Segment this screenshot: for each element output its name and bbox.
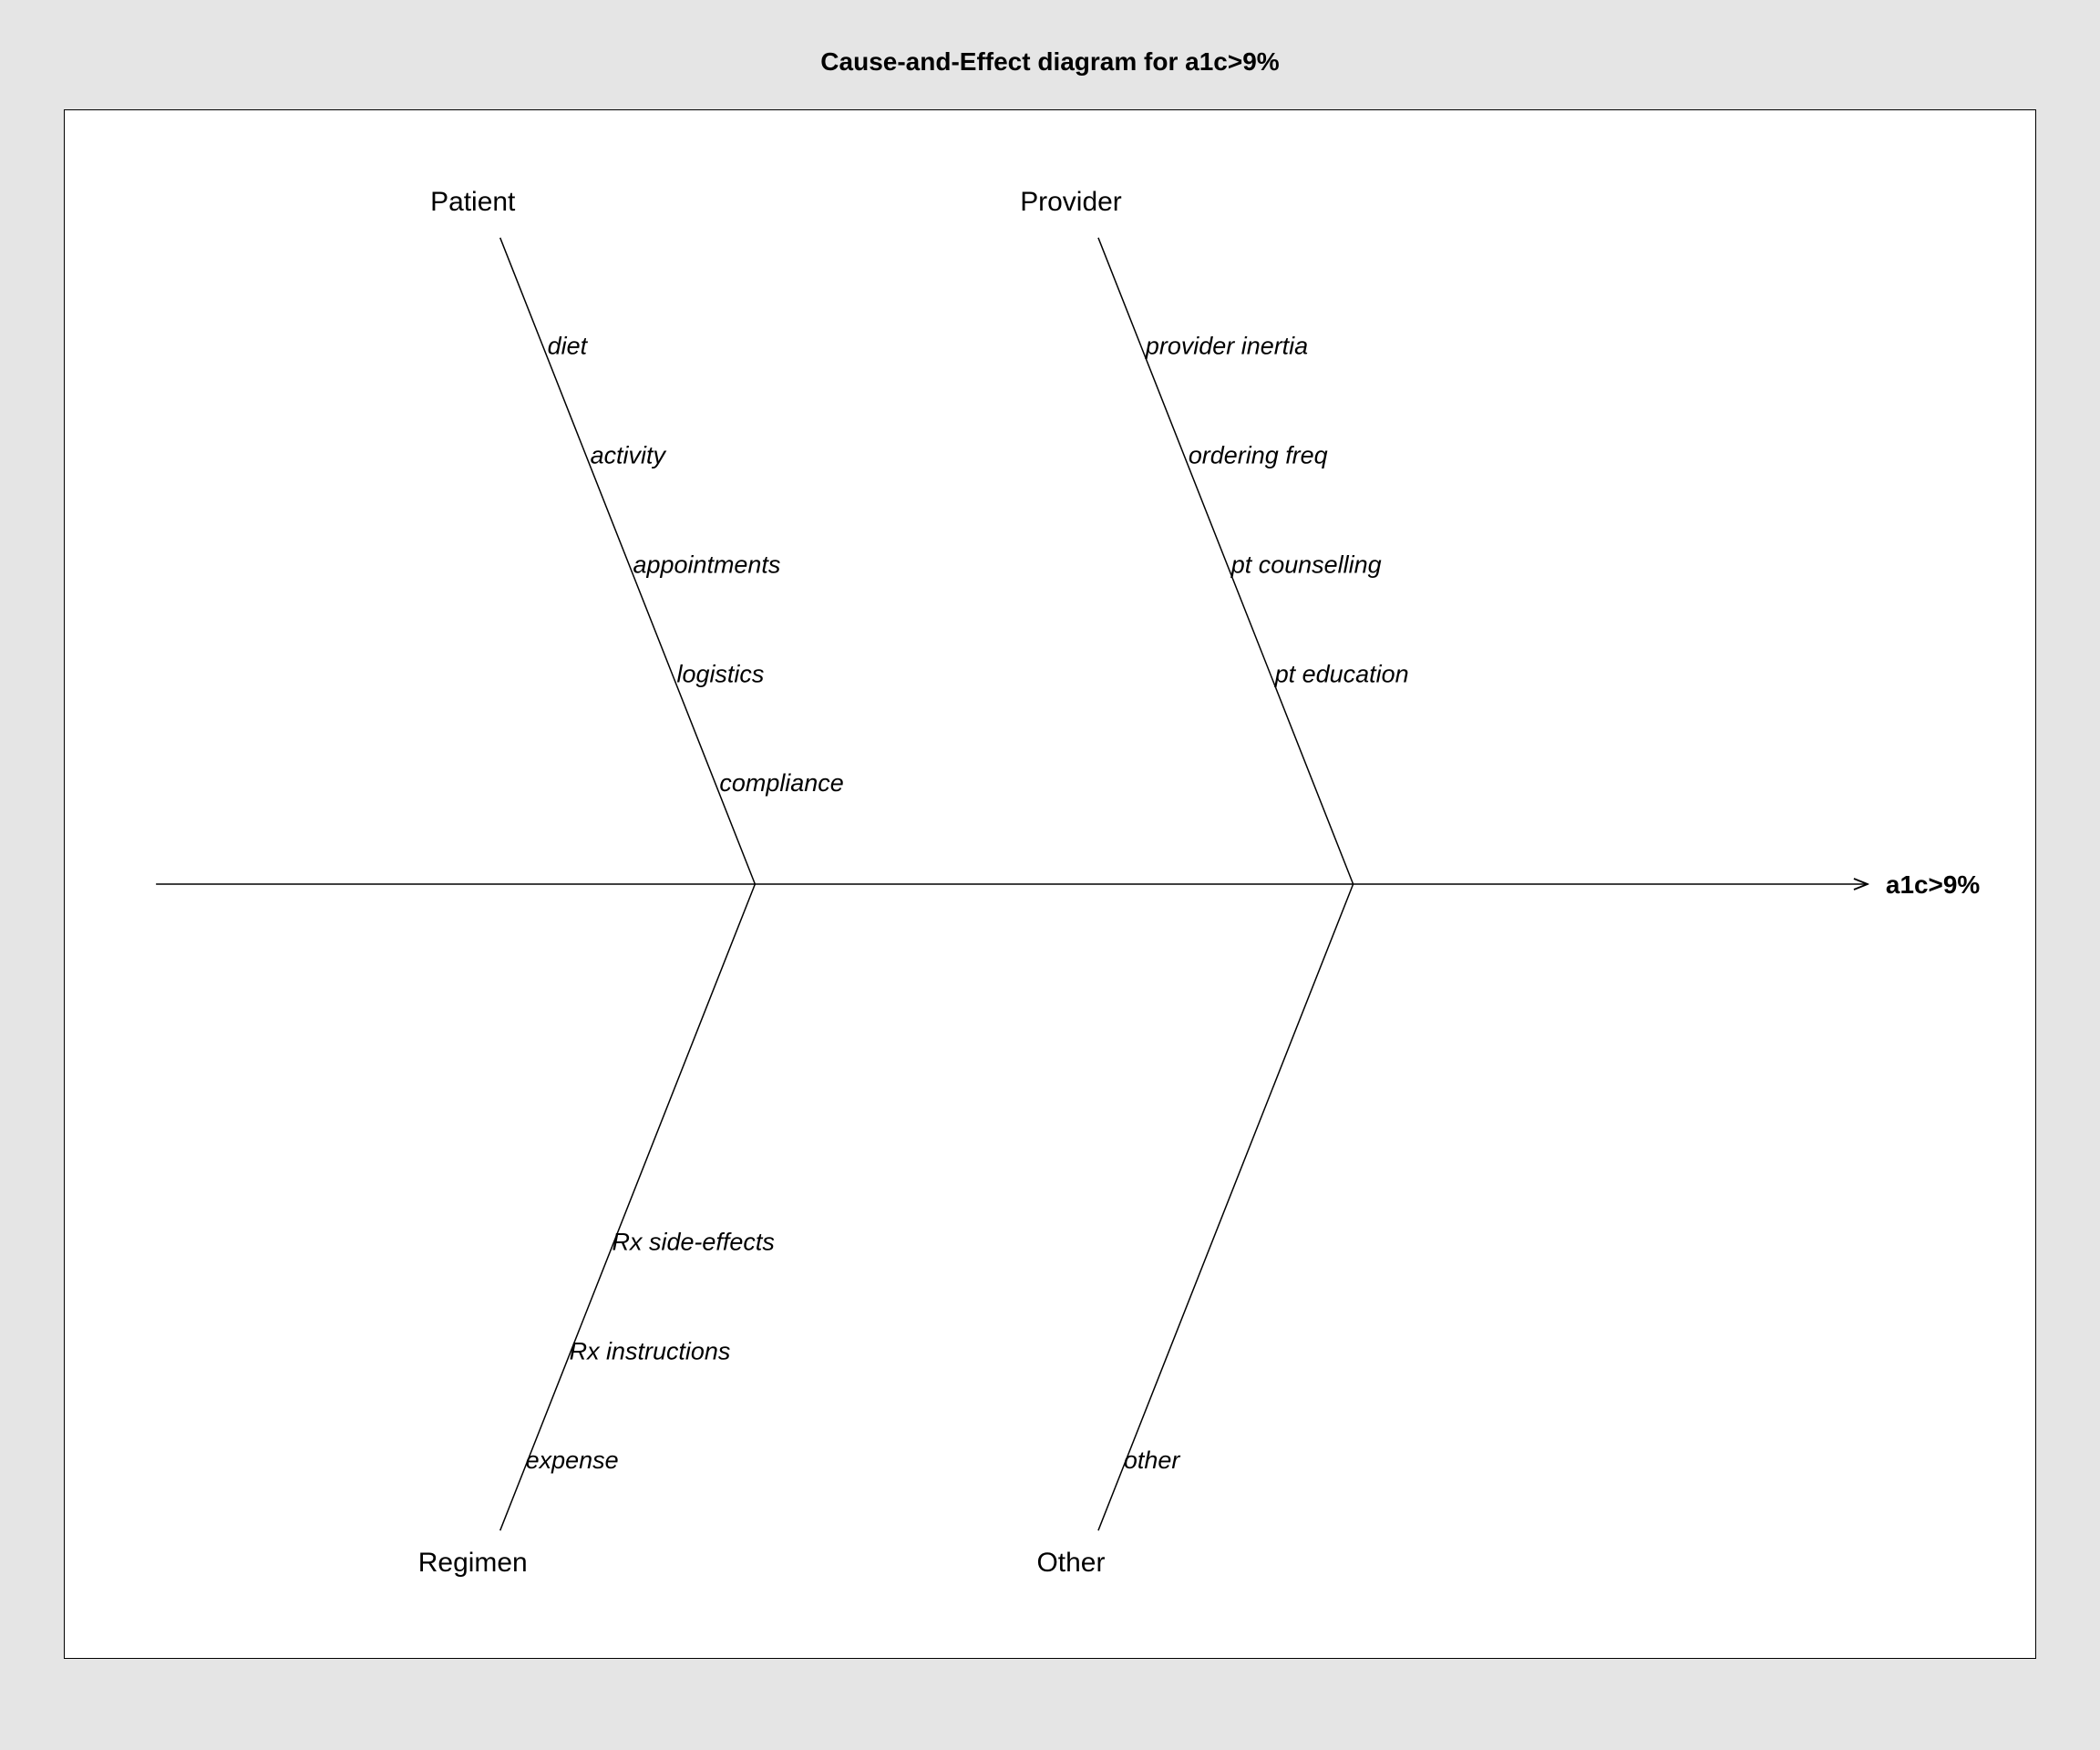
cause-provider-0: provider inertia [1145,333,1308,360]
bone-other [1098,884,1354,1530]
cause-patient-2: appointments [633,551,781,578]
category-patient: Patient [430,187,516,217]
cause-patient-1: activity [591,442,667,469]
cause-regimen-0: Rx side-effects [612,1229,775,1256]
cause-provider-3: pt education [1274,660,1409,687]
effect-label: a1c>9% [1886,870,1981,899]
cause-patient-4: compliance [719,769,843,797]
cause-provider-2: pt counselling [1230,551,1382,578]
fishbone-svg: a1c>9% Patient diet activity appointment… [65,110,2035,1658]
diagram-title: Cause-and-Effect diagram for a1c>9% [0,0,2100,77]
chart-container: a1c>9% Patient diet activity appointment… [64,109,2036,1659]
bone-regimen [500,884,756,1530]
category-regimen: Regimen [418,1548,528,1578]
cause-patient-3: logistics [676,660,764,687]
cause-regimen-1: Rx instructions [570,1337,731,1364]
category-other: Other [1037,1548,1106,1578]
cause-other-0: other [1124,1446,1180,1474]
cause-regimen-2: expense [526,1446,619,1474]
category-provider: Provider [1020,187,1122,217]
cause-provider-1: ordering freq [1189,442,1328,469]
cause-patient-0: diet [548,333,589,360]
